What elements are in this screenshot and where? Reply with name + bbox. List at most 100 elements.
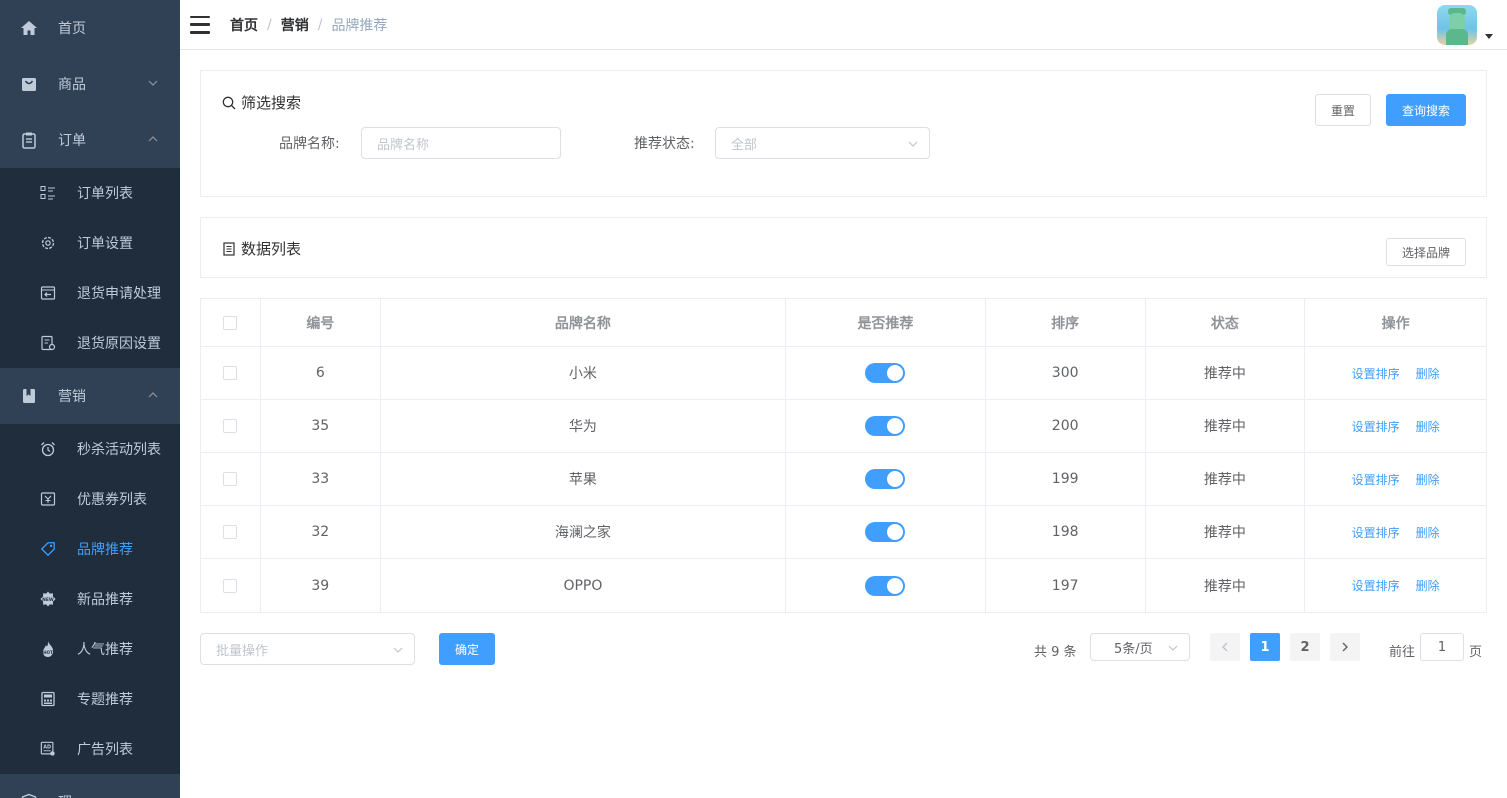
caret-down-icon[interactable]	[1485, 34, 1493, 39]
page-button-1[interactable]: 1	[1250, 633, 1280, 661]
recommend-switch[interactable]	[865, 363, 906, 383]
cell-brand-name: OPPO	[381, 559, 787, 612]
breadcrumb-marketing[interactable]: 营销	[281, 15, 309, 35]
breadcrumb-home[interactable]: 首页	[230, 15, 258, 35]
brand-name-input[interactable]: 品牌名称	[361, 127, 561, 159]
hamburger-menu-icon[interactable]	[190, 15, 210, 34]
page-size-select[interactable]: 5条/页	[1090, 633, 1190, 661]
table-row: 33 苹果 199 推荐中 设置排序 删除	[201, 453, 1486, 506]
set-sort-link[interactable]: 设置排序	[1352, 471, 1400, 488]
table-footer: 批量操作 确定 共 9 条 5条/页 1 2 前往 1 页	[200, 633, 1487, 693]
cell-brand-name: 华为	[381, 400, 787, 452]
navbar: 首页 / 营销 / 品牌推荐	[180, 0, 1507, 50]
brand-name-label: 品牌名称:	[279, 136, 340, 152]
hot-flame-icon: HOT	[40, 641, 56, 657]
bookmark-icon	[20, 387, 38, 405]
column-header: 操作	[1381, 315, 1410, 332]
sidebar-item-flash-sale[interactable]: 秒杀活动列表	[0, 424, 180, 474]
cell-id: 33	[261, 453, 381, 505]
search-icon	[222, 96, 236, 109]
set-sort-link[interactable]: 设置排序	[1352, 577, 1400, 594]
batch-operation-select[interactable]: 批量操作	[200, 633, 415, 665]
sidebar-item-topics[interactable]: 专题推荐	[0, 674, 180, 724]
column-header: 品牌名称	[381, 299, 787, 346]
recommend-switch[interactable]	[865, 469, 906, 489]
reset-button[interactable]: 重置	[1315, 94, 1371, 126]
row-checkbox[interactable]	[223, 419, 238, 433]
avatar[interactable]	[1437, 5, 1477, 45]
page-button-2[interactable]: 2	[1290, 633, 1320, 661]
svg-text:HOT: HOT	[43, 650, 53, 655]
cell-sort: 200	[986, 400, 1146, 452]
user-menu[interactable]	[1437, 5, 1493, 45]
search-button[interactable]: 查询搜索	[1386, 94, 1466, 126]
select-all-checkbox[interactable]	[223, 315, 238, 330]
delete-link[interactable]: 删除	[1416, 577, 1440, 594]
confirm-button[interactable]: 确定	[439, 633, 495, 665]
delete-link[interactable]: 删除	[1416, 418, 1440, 435]
cell-status: 推荐中	[1146, 400, 1306, 452]
svg-text:AD: AD	[43, 745, 51, 751]
order-submenu: 订单列表 订单设置 退货申请处理 退货原因设置	[0, 168, 180, 368]
sidebar-item-return-reasons[interactable]: 退货原因设置	[0, 318, 180, 368]
set-sort-link[interactable]: 设置排序	[1352, 365, 1400, 382]
set-sort-link[interactable]: 设置排序	[1352, 524, 1400, 541]
sidebar-item-marketing[interactable]: 营销	[0, 368, 180, 424]
recommend-switch[interactable]	[865, 575, 906, 596]
row-checkbox[interactable]	[223, 472, 238, 486]
row-checkbox[interactable]	[223, 525, 238, 539]
status-label: 推荐状态:	[634, 136, 695, 152]
chevron-up-icon	[148, 392, 158, 398]
cell-id: 6	[261, 347, 381, 399]
delete-link[interactable]: 删除	[1416, 524, 1440, 541]
sidebar-item-home[interactable]: 首页	[0, 0, 180, 56]
cell-brand-name: 苹果	[381, 453, 787, 505]
clipboard-icon	[20, 131, 38, 149]
next-page-button[interactable]	[1330, 633, 1360, 661]
row-checkbox[interactable]	[223, 366, 238, 380]
sidebar-item-brand-recommend[interactable]: 品牌推荐	[0, 524, 180, 574]
sidebar-item-return-requests[interactable]: 退货申请处理	[0, 268, 180, 318]
sidebar-item-orders[interactable]: 订单	[0, 112, 180, 168]
delete-link[interactable]: 删除	[1416, 471, 1440, 488]
cell-sort: 199	[986, 453, 1146, 505]
sidebar-item-label: 品牌推荐	[77, 542, 133, 558]
sidebar-item-label: 订单设置	[77, 236, 133, 252]
sidebar-item-new-products[interactable]: NEW 新品推荐	[0, 574, 180, 624]
sidebar-item-label: 订单列表	[77, 186, 133, 202]
sidebar-item-products[interactable]: 商品	[0, 56, 180, 112]
cell-sort: 198	[986, 506, 1146, 558]
sidebar-item-permissions[interactable]: 理	[0, 774, 180, 798]
sidebar-item-order-list[interactable]: 订单列表	[0, 168, 180, 218]
marketing-submenu: 秒杀活动列表 优惠券列表 品牌推荐 NEW 新品推荐 HOT 人气推荐 专题推荐…	[0, 424, 180, 774]
sidebar-item-coupons[interactable]: 优惠券列表	[0, 474, 180, 524]
chevron-down-icon	[148, 80, 158, 86]
sidebar-item-ads[interactable]: AD 广告列表	[0, 724, 180, 774]
goto-page-input[interactable]: 1	[1420, 633, 1464, 661]
column-header: 编号	[261, 299, 381, 346]
cell-status: 推荐中	[1146, 506, 1306, 558]
filter-card: 筛选搜索 重置 查询搜索 品牌名称: 品牌名称 推荐状态: 全部	[200, 70, 1487, 197]
table-header: 编号 品牌名称 是否推荐 排序 状态 操作	[201, 299, 1486, 347]
table-row: 39 OPPO 197 推荐中 设置排序 删除	[201, 559, 1486, 612]
set-sort-link[interactable]: 设置排序	[1352, 418, 1400, 435]
cell-id: 35	[261, 400, 381, 452]
chevron-down-icon	[908, 141, 918, 147]
recommend-switch[interactable]	[865, 522, 906, 542]
select-brand-button[interactable]: 选择品牌	[1386, 238, 1466, 266]
sidebar-item-label: 营销	[58, 389, 86, 405]
sidebar-item-label: 商品	[58, 77, 86, 93]
sidebar: 首页 商品 订单 订单列表 订单设置 退货申请处理 退货原因设置 营销 秒杀活动…	[0, 0, 180, 798]
sidebar-item-popular[interactable]: HOT 人气推荐	[0, 624, 180, 674]
row-checkbox[interactable]	[223, 578, 238, 593]
document-icon	[223, 241, 235, 256]
status-select[interactable]: 全部	[715, 127, 930, 159]
prev-page-button[interactable]	[1210, 633, 1240, 661]
delete-link[interactable]: 删除	[1416, 365, 1440, 382]
sidebar-item-order-settings[interactable]: 订单设置	[0, 218, 180, 268]
chevron-up-icon	[148, 136, 158, 142]
calculator-icon	[40, 691, 56, 707]
table-row: 6 小米 300 推荐中 设置排序 删除	[201, 347, 1486, 400]
recommend-switch[interactable]	[865, 416, 906, 436]
breadcrumb-current: 品牌推荐	[331, 17, 388, 34]
